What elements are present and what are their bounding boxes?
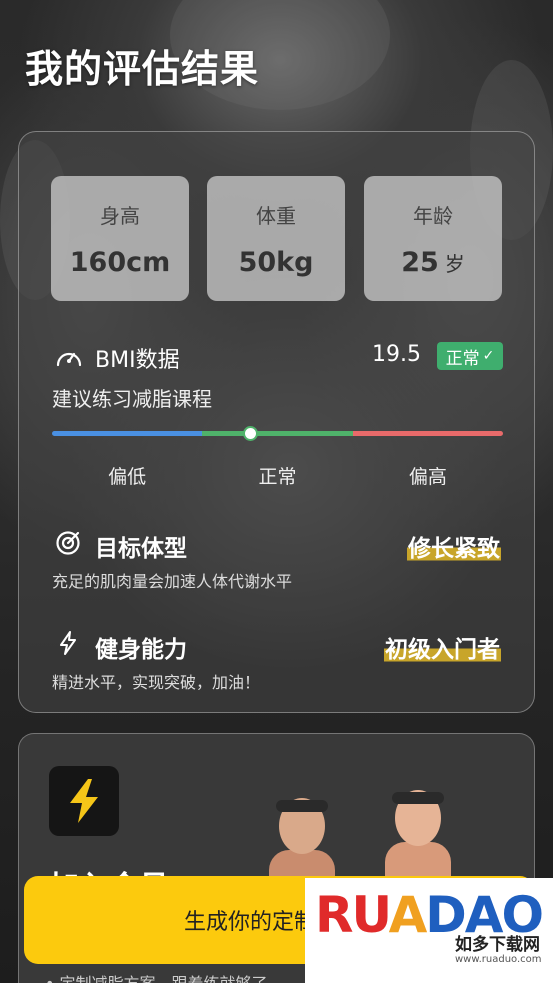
bmi-label: BMI数据 bbox=[95, 348, 180, 373]
bmi-row: BMI数据 19.5 正常 ✓ bbox=[55, 342, 503, 373]
stat-label: 体重 bbox=[256, 204, 296, 228]
check-icon: ✓ bbox=[482, 348, 495, 364]
stat-unit: 岁 bbox=[444, 252, 465, 276]
stat-weight: 体重 50kg bbox=[207, 176, 345, 301]
target-icon bbox=[56, 531, 80, 555]
bmi-scale-bar bbox=[52, 431, 503, 436]
status-badge-label: 正常 bbox=[445, 348, 480, 369]
page-title: 我的评估结果 bbox=[25, 47, 260, 91]
section-desc-body-type: 充足的肌肉量会加速人体代谢水平 bbox=[52, 572, 293, 591]
generate-plan-label: 生成你的定制 bbox=[184, 910, 317, 935]
bmi-scale-low bbox=[52, 431, 203, 436]
section-desc-fitness-level: 精进水平，实现突破，加油！ bbox=[52, 673, 261, 692]
before-avatar bbox=[263, 786, 341, 890]
stat-age: 年龄 25 岁 bbox=[364, 176, 502, 301]
section-title-fitness-level: 健身能力 bbox=[95, 637, 187, 663]
stat-height: 身高 160cm bbox=[51, 176, 189, 301]
gauge-icon bbox=[56, 352, 82, 367]
bolt-icon bbox=[49, 766, 119, 836]
scale-label-low: 偏低 bbox=[108, 466, 147, 488]
watermark-name: 如多下载网 bbox=[455, 935, 540, 955]
stat-label: 身高 bbox=[100, 204, 140, 228]
assessment-card: 身高 160cm 体重 50kg 年龄 25 岁 BMI数据 19.5 正常 ✓ … bbox=[18, 131, 535, 713]
section-value-fitness-level: 初级入门者 bbox=[384, 630, 501, 664]
stat-value: 25 岁 bbox=[401, 247, 465, 278]
bmi-scale-labels: 偏低 正常 偏高 bbox=[52, 462, 503, 489]
status-badge: 正常 ✓ bbox=[437, 342, 503, 370]
after-avatar bbox=[379, 778, 457, 882]
bmi-suggestion: 建议练习减脂课程 bbox=[52, 387, 212, 411]
scale-label-normal: 正常 bbox=[258, 466, 297, 488]
membership-benefit: • 定制减脂方案，跟着练就够了 bbox=[45, 970, 268, 983]
lightning-icon bbox=[60, 631, 76, 655]
section-value-body-type: 修长紧致 bbox=[407, 529, 501, 563]
bmi-value: 19.5 bbox=[372, 342, 421, 367]
bmi-scale-marker bbox=[243, 426, 258, 441]
bmi-scale-high bbox=[352, 431, 503, 436]
stat-value: 160cm bbox=[69, 247, 171, 278]
bmi-scale-normal bbox=[202, 431, 353, 436]
section-title-body-type: 目标体型 bbox=[95, 536, 187, 562]
watermark: RUADAO 如多下载网 www.ruaduo.com bbox=[305, 878, 553, 983]
stat-value: 50kg bbox=[238, 247, 314, 278]
scale-label-high: 偏高 bbox=[408, 466, 447, 488]
stat-label: 年龄 bbox=[413, 204, 453, 228]
watermark-url: www.ruaduo.com bbox=[455, 954, 542, 965]
